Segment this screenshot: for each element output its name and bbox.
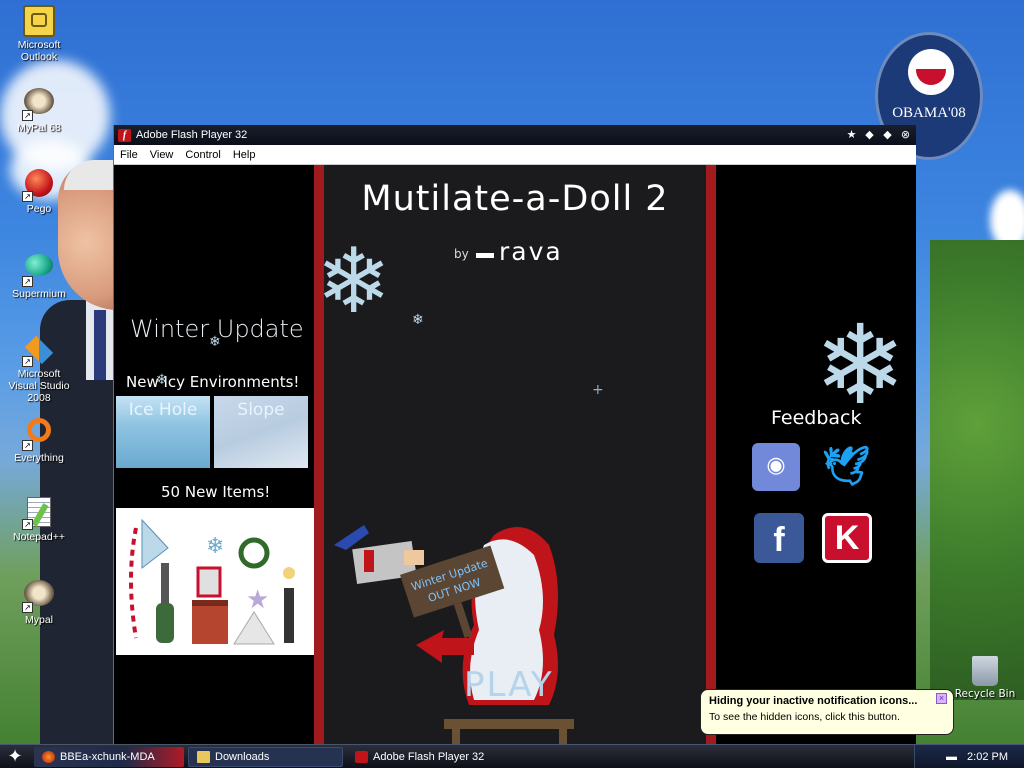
desktop-icon-mypal68[interactable]: ↗ MyPal 68 [8, 86, 70, 134]
game-title: Mutilate-a-Doll 2 [361, 179, 669, 219]
menu-bar: File View Control Help [114, 145, 916, 165]
menu-view[interactable]: View [150, 149, 174, 161]
desktop-icon-label: Mypal [24, 614, 53, 626]
keyboard-icon[interactable]: ▬ [946, 751, 957, 763]
pego-icon: ↗ [22, 169, 55, 202]
background-trees [930, 240, 1024, 700]
window-titlebar[interactable]: f Adobe Flash Player 32 ★ ◆ ◆ ⊗ [114, 125, 916, 145]
desktop-icon-outlook[interactable]: Microsoft Outlook [8, 5, 70, 63]
environment-slope[interactable]: Slope [214, 396, 308, 468]
raccoon-icon: ↗ [22, 580, 55, 613]
new-items-showcase: ❄ ★ [116, 508, 319, 655]
notification-close-button[interactable]: × [936, 693, 947, 704]
desktop-icon-visual-studio[interactable]: ↗ Microsoft Visual Studio 2008 [8, 334, 70, 404]
snowflake-icon: ❄ [316, 229, 392, 334]
outlook-icon [23, 5, 55, 37]
close-button[interactable]: ⊗ [898, 128, 913, 142]
everything-icon: ↗ [22, 418, 55, 451]
system-tray: ▬ 2:02 PM [914, 745, 1024, 768]
desktop-icon-recycle-bin[interactable]: Recycle Bin [950, 656, 1020, 700]
flash-app-icon: f [118, 128, 131, 142]
visual-studio-icon: ↗ [22, 334, 55, 367]
notification-body: To see the hidden icons, click this butt… [709, 711, 900, 723]
taskbar-item-label: Downloads [215, 750, 270, 763]
desktop-icon-label: Microsoft Visual Studio 2008 [8, 368, 70, 404]
flash-player-window[interactable]: f Adobe Flash Player 32 ★ ◆ ◆ ⊗ File Vie… [113, 125, 916, 745]
notepad-plus-plus-icon: ↗ [22, 497, 55, 530]
desktop-icon-label: Recycle Bin [954, 688, 1016, 700]
snowflake-icon: ❄ [209, 334, 221, 350]
by-label: by [454, 247, 469, 261]
minimize-button[interactable]: ◆ [862, 128, 877, 142]
sparkle-icon: + [592, 382, 604, 398]
desktop-icon-label: MyPal 68 [17, 122, 61, 134]
taskbar-item-flash-player[interactable]: Adobe Flash Player 32 [347, 747, 507, 767]
desktop-icon-label: Notepad++ [13, 531, 65, 543]
desktop-icon-label: Pego [26, 203, 52, 215]
author-logo-bar [476, 253, 494, 258]
new-items-label: 50 New Items! [161, 483, 271, 501]
left-panel: Winter Update ❄ New Icy Environments! ❄ … [114, 165, 319, 745]
desktop-icon-notepad-plus-plus[interactable]: ↗ Notepad++ [8, 496, 70, 543]
taskbar: ✦ BBEa-xchunk-MDA Downloads Adobe Flash … [0, 744, 1024, 768]
menu-control[interactable]: Control [185, 149, 220, 161]
desktop-icon-pego[interactable]: ↗ Pego [8, 168, 70, 215]
desktop-icon-everything[interactable]: ↗ Everything [8, 414, 70, 464]
window-title: Adobe Flash Player 32 [136, 129, 248, 141]
firefox-icon [42, 750, 55, 763]
svg-text:❄: ❄ [206, 534, 224, 559]
desktop-icon-supermium[interactable]: ↗ Supermium [8, 250, 70, 300]
facebook-icon[interactable]: f [754, 513, 804, 563]
environment-label: Ice Hole [128, 400, 198, 420]
maximize-button[interactable]: ◆ [880, 128, 895, 142]
author-name: rava [499, 237, 563, 266]
star-icon[interactable]: ★ [844, 128, 859, 142]
clock[interactable]: 2:02 PM [967, 751, 1008, 763]
game-stage[interactable]: Winter Update ❄ New Icy Environments! ❄ … [114, 165, 915, 745]
feedback-label: Feedback [771, 407, 862, 429]
center-panel: Mutilate-a-Doll 2 by rava ❄ ❄ + Winter U… [314, 165, 716, 745]
menu-file[interactable]: File [120, 149, 138, 161]
folder-icon [197, 750, 210, 763]
discord-icon[interactable]: ◉ [752, 443, 800, 491]
taskbar-item[interactable]: BBEa-xchunk-MDA [34, 746, 184, 767]
flash-app-icon [355, 750, 368, 763]
desktop-icon-label: Everything [14, 452, 64, 464]
snowflake-icon: ❄ [412, 312, 424, 328]
new-environments-label: New Icy Environments! [126, 373, 300, 391]
recycle-bin-icon [972, 656, 998, 686]
notification-title: Hiding your inactive notification icons.… [709, 695, 918, 707]
play-button[interactable]: PLAY [464, 665, 554, 705]
snowflake-icon: ❄ [814, 301, 907, 429]
right-panel: ❄ Feedback ◉ 🕊 f K [716, 165, 915, 745]
environment-ice-hole[interactable]: Ice Hole [116, 396, 210, 468]
desktop-icon-label: Supermium [12, 288, 66, 300]
taskbar-item-label: BBEa-xchunk-MDA [60, 750, 155, 763]
notification-balloon[interactable]: Hiding your inactive notification icons.… [700, 689, 954, 735]
desktop-icon-mypal[interactable]: ↗ Mypal [8, 578, 70, 626]
raccoon-icon: ↗ [22, 88, 55, 121]
taskbar-item-label: Adobe Flash Player 32 [373, 750, 485, 763]
snowflake-icon: ❄ [156, 372, 168, 388]
twitter-icon[interactable]: 🕊 [822, 443, 870, 491]
supermium-icon: ↗ [22, 254, 55, 287]
desktop-icon-label: Microsoft Outlook [17, 39, 61, 63]
environment-label: Slope [237, 400, 285, 420]
menu-help[interactable]: Help [233, 149, 256, 161]
svg-text:★: ★ [246, 585, 269, 615]
kongregate-icon[interactable]: K [822, 513, 872, 563]
start-button[interactable]: ✦ [0, 745, 30, 768]
taskbar-item-downloads[interactable]: Downloads [188, 746, 343, 767]
